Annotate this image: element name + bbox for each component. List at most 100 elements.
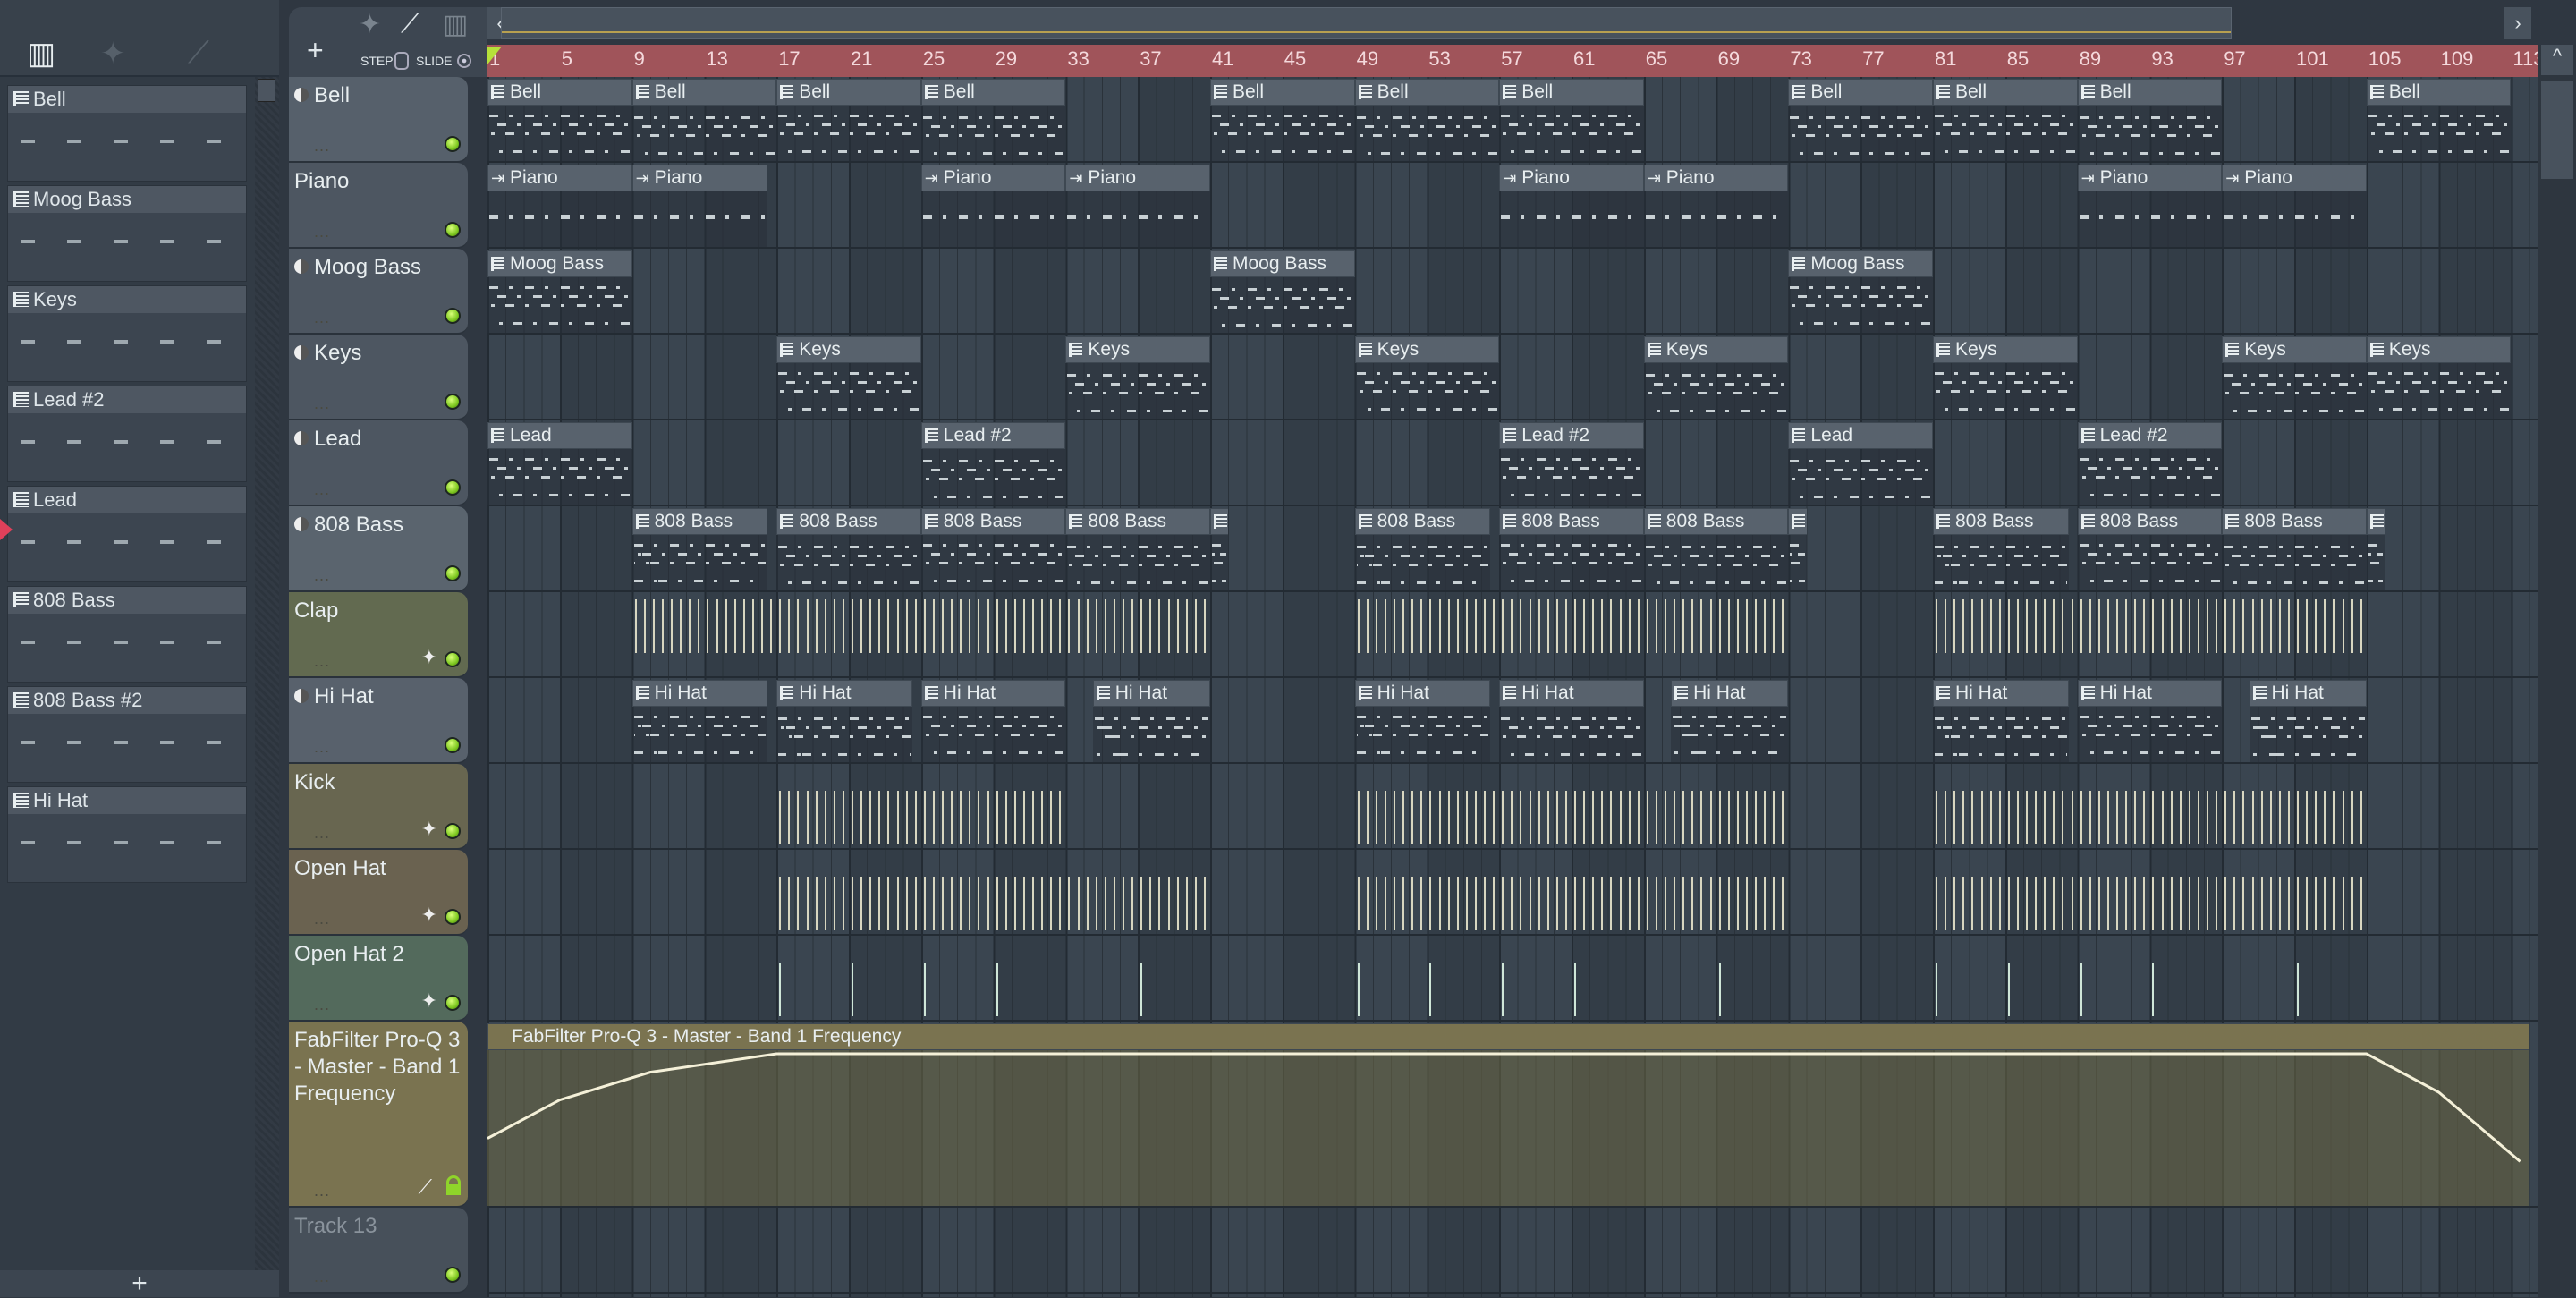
picker-item[interactable]: 808 Bass #2 — [7, 686, 247, 783]
clip[interactable]: Piano — [631, 165, 768, 247]
picker-item[interactable]: Moog Bass — [7, 185, 247, 282]
clip[interactable]: Hi Hat — [631, 680, 768, 762]
clip[interactable]: Moog Bass — [1210, 250, 1355, 333]
clip[interactable]: 808 Bass — [2077, 508, 2223, 590]
track-mute-led[interactable] — [445, 308, 461, 324]
audio-clip-icon[interactable]: ✦ — [359, 9, 381, 40]
track-mute-led[interactable] — [445, 136, 461, 152]
clip[interactable]: Piano — [920, 165, 1066, 247]
track-header[interactable]: 808 Bass... — [289, 506, 468, 592]
track-info-icon[interactable] — [294, 689, 309, 703]
track-options-icon[interactable]: ... — [314, 824, 330, 843]
track-header[interactable]: Open Hat... ✦ — [289, 850, 468, 936]
track-header[interactable]: Keys... — [289, 335, 468, 420]
track-mute-led[interactable] — [445, 222, 461, 238]
clip[interactable]: Hi Hat — [776, 680, 912, 762]
track-header[interactable]: Track 13... — [289, 1208, 468, 1294]
track-header[interactable]: Piano... — [289, 163, 468, 249]
track-options-icon[interactable]: ... — [314, 223, 330, 242]
track-mute-led[interactable] — [445, 651, 461, 667]
timeline-ruler[interactable]: 1 5 9 13 17 21 25 29 33 37 41 45 49 53 57 61 65 69 73 77 81 8… — [487, 45, 2538, 77]
clip[interactable]: Hi Hat — [1499, 680, 1644, 762]
clip[interactable]: Hi Hat — [1092, 680, 1210, 762]
clip[interactable]: Piano — [1643, 165, 1789, 247]
clip[interactable]: Bell — [2077, 79, 2223, 161]
clip[interactable]: Piano — [2077, 165, 2223, 247]
clip[interactable]: Moog Bass — [487, 250, 632, 333]
track-header[interactable]: FabFilter Pro-Q 3 - Master - Band 1 Freq… — [289, 1022, 468, 1208]
clip[interactable]: Keys — [2222, 336, 2367, 419]
clip[interactable]: Bell — [1788, 79, 1933, 161]
clip[interactable] — [1210, 508, 1229, 590]
clip[interactable]: 808 Bass — [1354, 508, 1491, 590]
automation-clip-icon[interactable]: ⟋ — [401, 9, 419, 39]
clip[interactable]: Lead #2 — [2077, 422, 2223, 505]
clip[interactable]: Hi Hat — [2249, 680, 2367, 762]
track-options-icon[interactable]: ... — [314, 137, 330, 156]
track-header[interactable]: Lead... — [289, 420, 468, 506]
clip[interactable]: Moog Bass — [1788, 250, 1933, 333]
track-options-icon[interactable]: ... — [314, 309, 330, 327]
picker-scrollbar[interactable] — [255, 77, 279, 1270]
track-header[interactable]: Moog Bass... — [289, 249, 468, 335]
automation-line[interactable] — [487, 1052, 2521, 1163]
clip[interactable]: 808 Bass — [1499, 508, 1644, 590]
track-info-icon[interactable] — [294, 517, 309, 531]
scroll-right-button[interactable]: › — [2504, 7, 2531, 39]
picker-item[interactable]: Keys — [7, 285, 247, 382]
track-options-icon[interactable]: ... — [314, 394, 330, 413]
track-header[interactable]: Hi Hat... — [289, 678, 468, 764]
clip[interactable]: Lead — [1788, 422, 1933, 505]
clip[interactable]: Keys — [1643, 336, 1789, 419]
clip[interactable]: Lead #2 — [920, 422, 1066, 505]
clip[interactable]: Hi Hat — [1354, 680, 1491, 762]
track-mute-led[interactable] — [445, 737, 461, 753]
clip[interactable] — [1788, 508, 1807, 590]
track-options-icon[interactable]: ... — [314, 1268, 330, 1286]
track-options-icon[interactable]: ... — [314, 566, 330, 585]
clip[interactable]: Keys — [2366, 336, 2512, 419]
clip[interactable]: 808 Bass — [631, 508, 768, 590]
track-mute-led[interactable] — [445, 565, 461, 581]
track-mute-led[interactable] — [445, 394, 461, 410]
clip[interactable]: Keys — [776, 336, 921, 419]
track-header[interactable]: Open Hat 2... ✦ — [289, 936, 468, 1022]
track-options-icon[interactable]: ... — [314, 480, 330, 499]
picker-item[interactable]: Lead — [7, 486, 247, 582]
audio-icon[interactable]: ✦ — [100, 36, 126, 72]
track-info-icon[interactable] — [294, 88, 309, 102]
clip[interactable]: 808 Bass — [1933, 508, 2069, 590]
track-header[interactable]: Kick... ✦ — [289, 764, 468, 850]
clip[interactable]: Bell — [1354, 79, 1500, 161]
lock-icon[interactable] — [446, 1175, 461, 1195]
track-options-icon[interactable]: ... — [314, 996, 330, 1014]
piano-roll-icon[interactable]: ▥ — [27, 36, 55, 72]
picker-item[interactable]: Hi Hat — [7, 786, 247, 883]
clip[interactable]: Piano — [1499, 165, 1644, 247]
vertical-scrollbar[interactable]: ^ — [2538, 45, 2576, 1297]
step-toggle[interactable] — [394, 52, 409, 70]
track-header[interactable]: Clap... ✦ — [289, 592, 468, 678]
clip[interactable]: Bell — [2366, 79, 2512, 161]
vertical-scroll-thumb[interactable] — [2541, 81, 2573, 179]
clip[interactable]: Piano — [1065, 165, 1210, 247]
clip[interactable]: 808 Bass — [1643, 508, 1789, 590]
playlist-grid[interactable]: Bell Bell Bell Bell Bell Bell Bell Bell Bell Bell… — [487, 77, 2538, 1297]
clip[interactable]: Bell — [1210, 79, 1355, 161]
pattern-clip-icon[interactable]: ▥ — [443, 9, 468, 40]
playlist-overview[interactable] — [501, 7, 2232, 39]
clip[interactable]: 808 Bass — [776, 508, 921, 590]
add-pattern-button[interactable]: + — [0, 1270, 279, 1297]
automation-clip[interactable]: FabFilter Pro-Q 3 - Master - Band 1 Freq… — [487, 1023, 2529, 1206]
track-info-icon[interactable] — [294, 345, 309, 360]
automation-curve[interactable] — [487, 1023, 2529, 1206]
track-header[interactable]: Bell... — [289, 77, 468, 163]
clip[interactable]: Hi Hat — [1933, 680, 2069, 762]
track-mute-led[interactable] — [445, 1267, 461, 1283]
clip[interactable]: Bell — [776, 79, 921, 161]
track-info-icon[interactable] — [294, 259, 309, 274]
clip[interactable] — [2366, 508, 2385, 590]
clip[interactable]: Lead — [487, 422, 632, 505]
clip[interactable]: Hi Hat — [920, 680, 1066, 762]
track-mute-led[interactable] — [445, 479, 461, 496]
